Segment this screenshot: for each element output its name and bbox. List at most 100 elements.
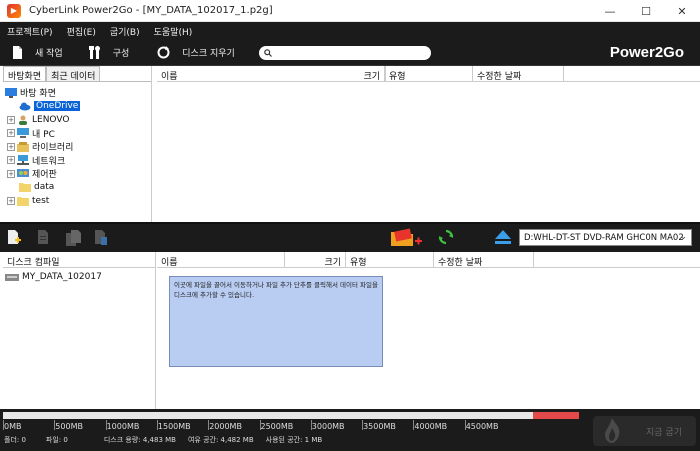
capacity-tick-label: 1500MB: [157, 422, 191, 431]
drive-select-value: D:WHL-DT-ST DVD-RAM GHC0N MA02: [524, 233, 684, 243]
main-toolbar: 새 작업 구성 디스크 지우기 Power2Go: [0, 40, 700, 66]
tree-item-desktop[interactable]: 바탕 화면: [3, 86, 151, 100]
compilation-list-pane: 이름 크기 유형 수정한 날짜 이곳에 파일을 끌어서 이동하거나 파일 추가 …: [157, 252, 700, 409]
file-list-pane: 이름: [157, 66, 700, 223]
drive-select[interactable]: D:WHL-DT-ST DVD-RAM GHC0N MA02 ⌄: [519, 229, 692, 246]
settings-button[interactable]: 구성: [88, 46, 130, 59]
capacity-panel: 0MB 500MB 1000MB 1500MB 2000MB 2500MB 3000MB 35…: [0, 409, 700, 451]
capacity-tick-label: 0MB: [4, 422, 22, 431]
tree-item-test[interactable]: + test: [3, 194, 151, 208]
remove-file-icon[interactable]: [37, 230, 51, 246]
expand-icon[interactable]: +: [7, 196, 15, 205]
refresh-icon[interactable]: [438, 229, 454, 245]
search-input[interactable]: [274, 48, 415, 57]
tree-item-data[interactable]: data: [3, 181, 151, 195]
copy-file-icon[interactable]: [66, 230, 82, 246]
flame-icon: [605, 418, 620, 443]
file-browser: 바탕화면 최근 데이터 바탕 화면 OneDrive + LENOVO + 내 …: [0, 66, 700, 223]
free-space: 여유 공간: 4,482 MB: [187, 436, 254, 444]
tree-item-library[interactable]: + 라이브러리: [3, 140, 151, 154]
add-file-icon[interactable]: [7, 230, 21, 246]
used-space: 사용된 공간: 1 MB: [265, 436, 323, 444]
tab-recent-data[interactable]: 최근 데이터: [46, 66, 101, 82]
menu-project[interactable]: 프로젝트(P): [0, 25, 60, 38]
expand-icon[interactable]: +: [7, 115, 15, 124]
compilation-column-modified[interactable]: 수정한 날짜: [434, 252, 534, 268]
close-button[interactable]: ✕: [664, 0, 700, 22]
folder-icon: [17, 196, 29, 206]
tree-item-label: 내 PC: [32, 129, 55, 140]
folder-pane: 바탕화면 최근 데이터 바탕 화면 OneDrive + LENOVO + 내 …: [3, 66, 152, 223]
drop-hint-box: 이곳에 파일을 끌어서 이동하거나 파일 추가 단추를 클릭해서 데이터 파일을…: [169, 276, 383, 367]
minimize-button[interactable]: —: [592, 0, 628, 22]
new-project-label: 새 작업: [35, 49, 63, 59]
tab-desktop[interactable]: 바탕화면: [3, 66, 47, 82]
title-bar: ▶ CyberLink Power2Go - [MY_DATA_102017_1…: [0, 0, 700, 22]
window-title: CyberLink Power2Go - [MY_DATA_102017_1.p…: [29, 5, 273, 16]
expand-icon[interactable]: +: [7, 169, 15, 178]
expand-icon[interactable]: +: [7, 129, 15, 138]
disc-compilation-header: 디스크 컴파일: [3, 252, 155, 268]
capacity-tick-label: 500MB: [55, 422, 83, 431]
tree-item-my-pc[interactable]: + 내 PC: [3, 127, 151, 141]
network-icon: [17, 155, 29, 166]
folder-tree: 바탕 화면 OneDrive + LENOVO + 내 PC + 라이브러리 +…: [3, 82, 151, 208]
menu-burn[interactable]: 굽기(B): [103, 25, 147, 38]
menu-help[interactable]: 도움말(H): [147, 25, 200, 38]
burn-now-label: 지금 굽기: [646, 427, 682, 438]
erase-disc-label: 디스크 지우기: [182, 49, 235, 59]
burn-now-button[interactable]: 지금 굽기: [593, 416, 696, 446]
chevron-down-icon: ⌄: [679, 232, 687, 242]
tree-item-lenovo[interactable]: + LENOVO: [3, 113, 151, 127]
compilation-column-type[interactable]: 유형: [346, 252, 434, 268]
file-list-columns: 이름: [157, 66, 700, 82]
search-box[interactable]: [258, 45, 431, 60]
folder-count: 폴더: 0: [4, 436, 26, 444]
refresh-disc-icon: [157, 46, 170, 59]
capacity-tick-label: 1000MB: [106, 422, 140, 431]
disc-root-item[interactable]: MY_DATA_102017: [3, 268, 155, 283]
capacity-tick-label: 2000MB: [209, 422, 242, 431]
tree-item-label: 제어판: [32, 170, 57, 181]
capacity-bar: [3, 412, 579, 419]
tree-item-label: LENOVO: [32, 114, 70, 125]
folder-icon: [19, 183, 31, 193]
tree-item-onedrive[interactable]: OneDrive: [3, 100, 151, 114]
app-logo-icon: ▶: [7, 3, 21, 18]
tree-item-label: 바탕 화면: [20, 89, 56, 100]
maximize-button[interactable]: ☐: [628, 0, 664, 22]
disc-compilation: 디스크 컴파일 MY_DATA_102017 이름 크기 유형 수정한 날짜 이…: [0, 252, 700, 409]
disc-name-label: MY_DATA_102017: [22, 272, 102, 282]
compilation-column-name[interactable]: 이름: [157, 252, 285, 268]
window-controls: — ☐ ✕: [592, 0, 700, 22]
erase-disc-button[interactable]: 디스크 지우기: [157, 46, 235, 59]
search-icon: [264, 48, 272, 57]
new-project-button[interactable]: 새 작업: [12, 46, 63, 59]
tree-item-network[interactable]: + 네트워크: [3, 154, 151, 168]
disc-capacity: 디스크 용량: 4,483 MB: [103, 436, 176, 444]
compilation-column-size[interactable]: 크기: [285, 252, 346, 268]
expand-icon[interactable]: +: [7, 156, 15, 165]
menu-edit[interactable]: 편집(E): [60, 25, 103, 38]
file-properties-icon[interactable]: [94, 230, 108, 246]
tree-item-control-panel[interactable]: + 제어판: [3, 167, 151, 181]
column-header-name[interactable]: 이름: [157, 66, 385, 82]
disc-drive-icon: [5, 274, 19, 281]
eject-icon[interactable]: [495, 230, 511, 244]
capacity-tick-label: 3500MB: [363, 422, 396, 431]
capacity-tick-label: 4500MB: [465, 422, 499, 431]
disc-status: 폴더: 0 파일: 0 디스크 용량: 4,483 MB 여유 공간: 4,48…: [4, 435, 342, 445]
file-count: 파일: 0: [45, 436, 68, 444]
compilation-toolbar: D:WHL-DT-ST DVD-RAM GHC0N MA02 ⌄: [0, 224, 700, 252]
tree-item-label: OneDrive: [34, 101, 81, 112]
control-panel-icon: [17, 168, 29, 177]
desktop-icon: [5, 87, 17, 98]
capacity-tick-label: 3000MB: [311, 422, 345, 431]
browser-tabs: 바탕화면 최근 데이터: [3, 66, 151, 82]
user-icon: [19, 115, 27, 125]
compilation-list-header: 이름 크기 유형 수정한 날짜: [157, 252, 700, 268]
settings-label: 구성: [112, 49, 130, 59]
cloud-icon: [19, 102, 31, 111]
expand-icon[interactable]: +: [7, 142, 15, 151]
add-folder-icon[interactable]: [389, 228, 423, 248]
